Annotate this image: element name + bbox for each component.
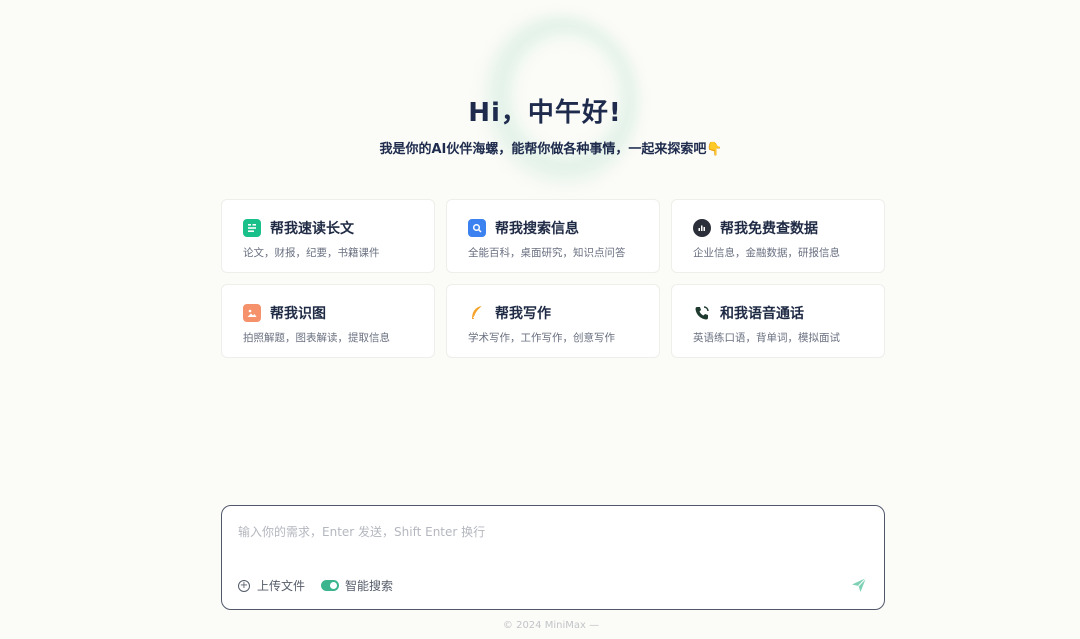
card-title: 帮我搜索信息 [495,221,579,237]
smart-search-label: 智能搜索 [345,579,394,593]
chat-input-box: + 上传文件 智能搜索 [221,505,885,610]
card-desc: 学术写作，工作写作，创意写作 [468,332,615,344]
card-title: 帮我写作 [495,306,551,322]
upload-file-button[interactable]: + 上传文件 [238,577,305,594]
image-icon [243,304,261,322]
plus-circle-icon: + [238,579,250,592]
card-desc: 拍照解题，图表解读，提取信息 [243,332,390,344]
card-free-data[interactable]: 帮我免费查数据 企业信息，金融数据，研报信息 [671,199,885,273]
card-title: 帮我识图 [270,306,326,322]
input-toolbar: + 上传文件 智能搜索 [238,577,393,594]
upload-file-label: 上传文件 [257,579,306,593]
search-doc-icon [468,219,486,237]
chat-input[interactable] [236,520,860,544]
card-desc: 企业信息，金融数据，研报信息 [693,247,840,259]
document-lines-icon [243,219,261,237]
data-search-icon [693,219,711,237]
card-speed-read[interactable]: 帮我速读长文 论文，财报，纪要，书籍课件 [221,199,435,273]
smart-search: 智能搜索 [321,577,393,594]
feature-cards: 帮我速读长文 论文，财报，纪要，书籍课件 帮我搜索信息 全能百科，桌面研究，知识… [221,199,885,358]
card-desc: 论文，财报，纪要，书籍课件 [243,247,380,259]
footer-copyright: © 2024 MiniMax — [502,620,600,631]
smart-search-toggle[interactable] [321,580,340,591]
greeting-title: Hi，中午好! [468,98,622,128]
card-title: 帮我速读长文 [270,221,354,237]
card-voice-call[interactable]: 和我语音通话 英语练口语，背单词，模拟面试 [671,284,885,358]
card-desc: 英语练口语，背单词，模拟面试 [693,332,840,344]
card-search-info[interactable]: 帮我搜索信息 全能百科，桌面研究，知识点问答 [446,199,660,273]
card-title: 帮我免费查数据 [720,221,818,237]
card-writing[interactable]: 帮我写作 学术写作，工作写作，创意写作 [446,284,660,358]
card-image-recognition[interactable]: 帮我识图 拍照解题，图表解读，提取信息 [221,284,435,358]
card-desc: 全能百科，桌面研究，知识点问答 [468,247,626,259]
send-icon[interactable] [850,576,868,594]
feather-pen-icon [468,304,486,322]
phone-icon [693,304,711,322]
card-title: 和我语音通话 [720,306,804,322]
greeting-subtitle: 我是你的AI伙伴海螺，能帮你做各种事情，一起来探索吧👇 [379,142,723,157]
